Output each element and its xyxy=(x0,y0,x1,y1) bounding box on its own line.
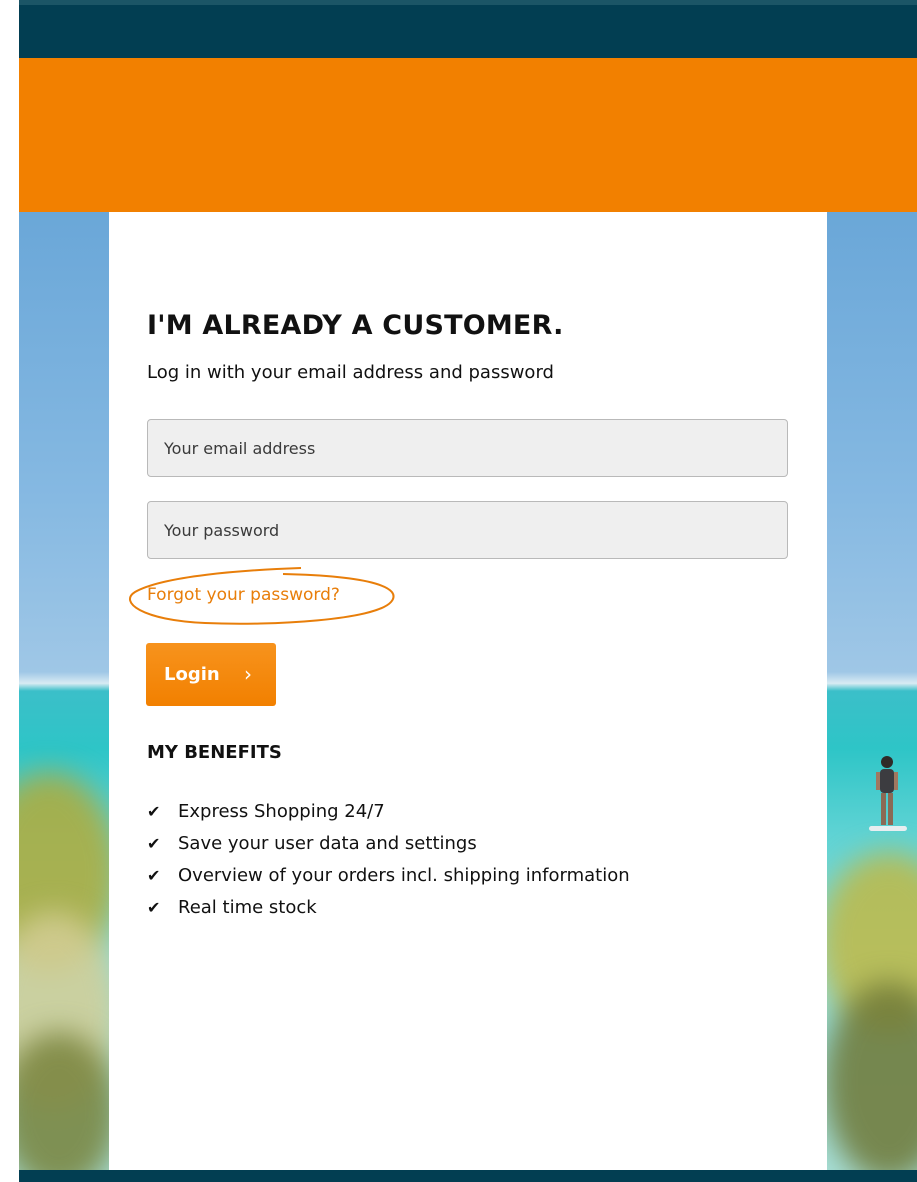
top-navigation-bar xyxy=(19,0,917,58)
page-title: I'M ALREADY A CUSTOMER. xyxy=(147,310,564,341)
header-banner xyxy=(19,58,917,212)
benefit-item: ✔ Express Shopping 24/7 xyxy=(147,795,630,827)
checkmark-icon: ✔ xyxy=(147,897,161,917)
login-card: I'M ALREADY A CUSTOMER. Log in with your… xyxy=(109,212,827,1170)
checkmark-icon: ✔ xyxy=(147,801,161,821)
login-button[interactable]: Login › xyxy=(146,643,276,706)
benefit-item: ✔ Overview of your orders incl. shipping… xyxy=(147,859,630,891)
benefit-item: ✔ Real time stock xyxy=(147,891,630,923)
benefit-label: Save your user data and settings xyxy=(178,832,477,854)
left-gutter xyxy=(0,0,19,1182)
kiteboarder-figure xyxy=(869,756,907,831)
checkmark-icon: ✔ xyxy=(147,865,161,885)
benefit-label: Express Shopping 24/7 xyxy=(178,800,385,822)
password-field[interactable] xyxy=(147,501,788,559)
benefits-title: MY BENEFITS xyxy=(147,742,282,763)
benefits-list: ✔ Express Shopping 24/7 ✔ Save your user… xyxy=(147,795,630,923)
footer-bar xyxy=(19,1170,917,1182)
page-frame: I'M ALREADY A CUSTOMER. Log in with your… xyxy=(19,0,917,1182)
checkmark-icon: ✔ xyxy=(147,833,161,853)
foliage-blur xyxy=(824,982,917,1182)
benefit-item: ✔ Save your user data and settings xyxy=(147,827,630,859)
login-instructions: Log in with your email address and passw… xyxy=(147,362,554,383)
chevron-right-icon: › xyxy=(244,662,252,686)
benefit-label: Real time stock xyxy=(178,896,317,918)
forgot-password-link[interactable]: Forgot your password? xyxy=(147,585,340,605)
email-field[interactable] xyxy=(147,419,788,477)
benefit-label: Overview of your orders incl. shipping i… xyxy=(178,864,630,886)
login-button-label: Login xyxy=(164,664,220,685)
